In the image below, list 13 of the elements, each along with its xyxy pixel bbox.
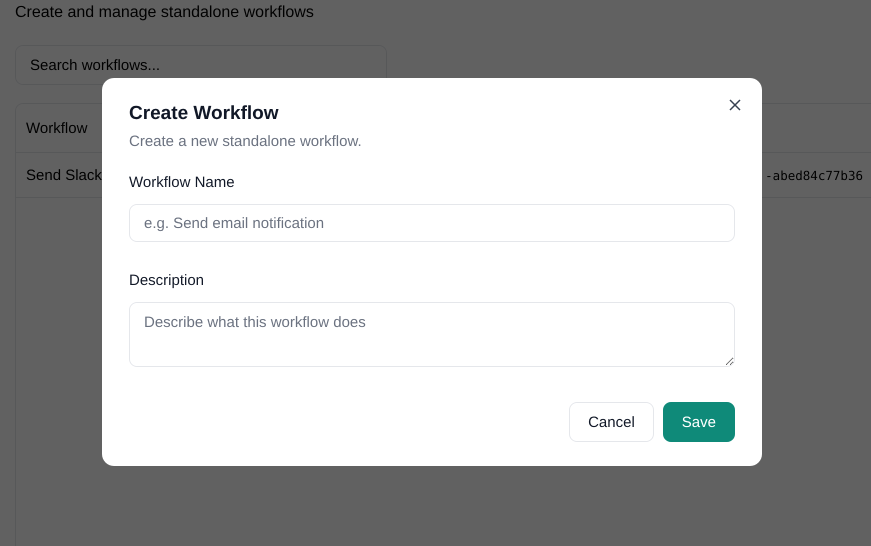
save-button[interactable]: Save (662, 402, 735, 442)
column-header: Workflow (26, 120, 88, 136)
description-field[interactable]: Describe what this workflow does (129, 302, 735, 367)
dialog-description: Create a new standalone workflow. (129, 133, 363, 150)
name-field[interactable]: e.g. Send email notification (129, 204, 735, 242)
table-cell: Send Slack (26, 166, 102, 184)
close-icon[interactable] (729, 99, 741, 111)
field-label: Description (129, 272, 206, 289)
table-cell: -abed84c77b36 (765, 168, 863, 182)
field-label: Workflow Name (129, 174, 236, 191)
cancel-button[interactable]: Cancel (569, 402, 654, 442)
page-subtitle: Create and manage standalone workflows (15, 4, 315, 23)
dialog-title: Create Workflow (129, 102, 280, 126)
